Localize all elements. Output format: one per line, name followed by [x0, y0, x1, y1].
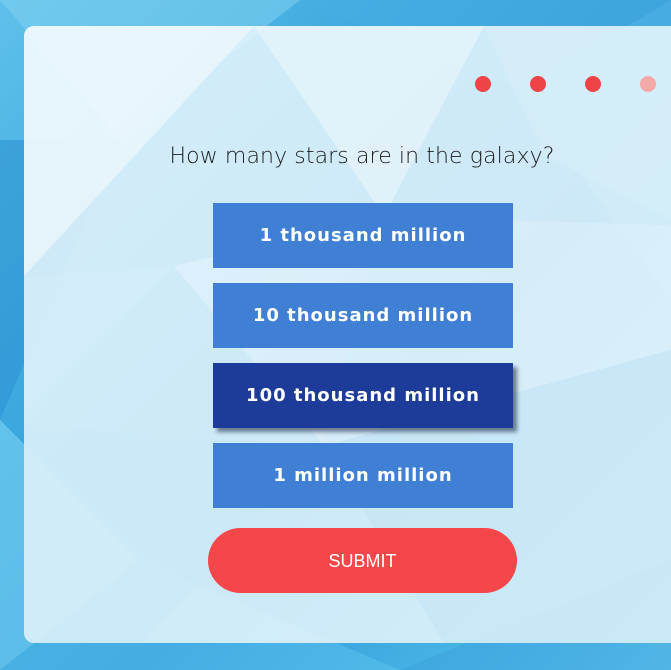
progress-dot — [530, 76, 546, 92]
progress-dot — [640, 76, 656, 92]
progress-dot — [585, 76, 601, 92]
answer-option-4[interactable]: 1 million million — [213, 443, 513, 508]
question-text: How many stars are in the galaxy? — [169, 144, 555, 169]
answer-option-1[interactable]: 1 thousand million — [213, 203, 513, 268]
answer-option-2[interactable]: 10 thousand million — [213, 283, 513, 348]
progress-dot — [475, 76, 491, 92]
quiz-card: How many stars are in the galaxy? 1 thou… — [24, 26, 671, 643]
submit-button[interactable]: SUBMIT — [208, 528, 517, 593]
answer-option-3[interactable]: 100 thousand million — [213, 363, 513, 428]
